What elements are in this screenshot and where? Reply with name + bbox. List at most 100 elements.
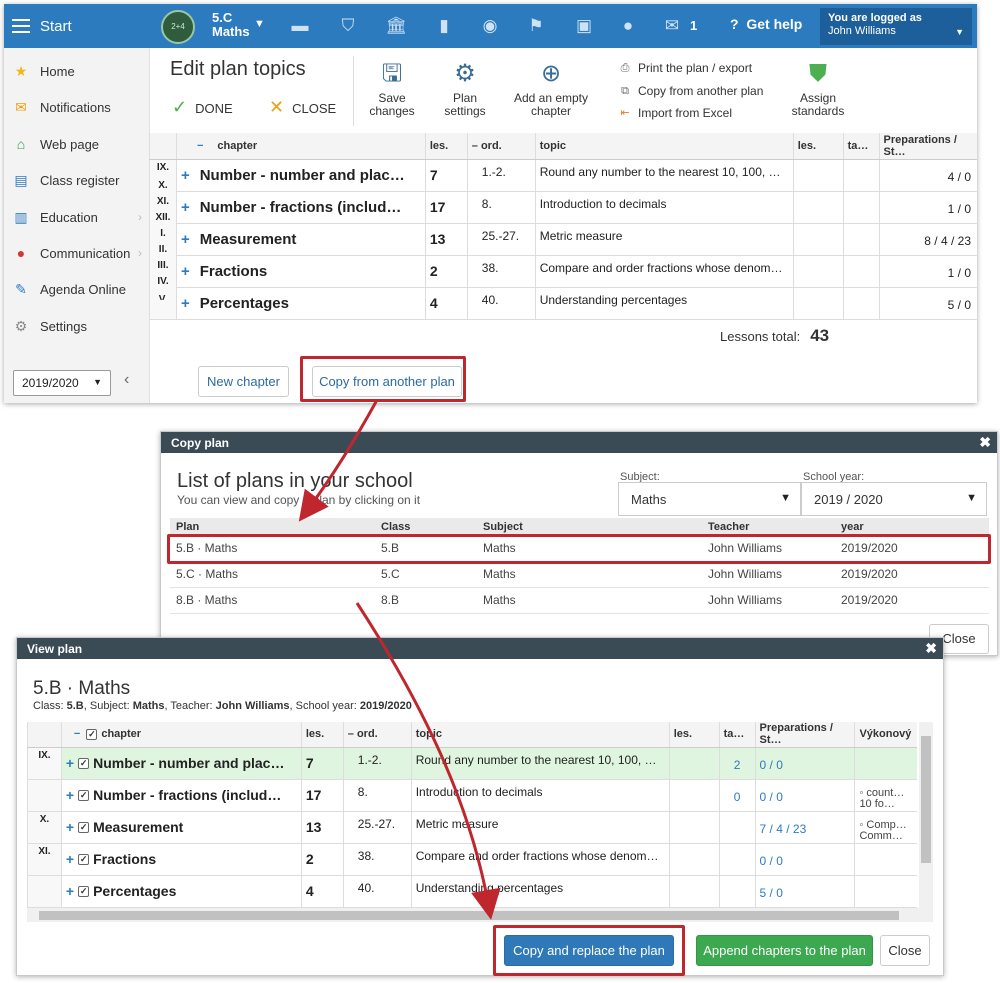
topic-cell[interactable]: Introduction to decimals [534,191,794,224]
done-button[interactable]: ✓ DONE [172,97,233,118]
chapter-cell[interactable]: + Number - number and plac… [175,159,426,192]
expand-icon[interactable]: + [181,263,190,280]
topic-cell[interactable]: Metric measure [534,223,794,256]
expand-icon[interactable]: + [66,851,74,867]
sidebar-item-notifications[interactable]: ✉ Notifications [4,89,150,125]
table-row[interactable]: XI. + ✓ Fractions 2 38. Compare and order … [27,843,917,876]
table-row[interactable]: + Measurement 13 25.-27. Metric measure 8… [150,223,977,256]
expand-icon[interactable]: + [66,883,74,899]
preparations-cell[interactable]: 0 / 0 [754,779,855,812]
table-row[interactable]: X. + ✓ Measurement 13 25.-27. Metric measu… [27,811,917,844]
sidebar-item-agenda-online[interactable]: ✎ Agenda Online [4,271,150,307]
table-row[interactable]: IX. + ✓ Number - number and plac… 7 1.-2. … [27,747,917,780]
close-button[interactable]: Close [880,935,930,966]
preparations-cell[interactable]: 8 / 4 / 23 [878,223,977,256]
chapter-cell[interactable]: + Number - fractions (includ… [175,191,426,224]
school-year-select[interactable]: 2019 / 2020 ▼ [801,482,987,516]
walking-icon[interactable]: ⚑ [524,14,548,38]
chapter-cell[interactable]: + ✓ Fractions [60,843,302,876]
new-chapter-button[interactable]: New chapter [198,366,289,397]
lessons-cell[interactable]: 13 [424,223,468,256]
briefcase-icon[interactable]: ▬ [288,14,312,38]
expand-icon[interactable]: + [66,787,74,803]
close-icon[interactable]: ✖ [979,434,991,451]
vertical-scroll-thumb[interactable] [921,736,931,863]
print-export-link[interactable]: ⎙ Print the plan / export [618,61,752,75]
plan-settings-button[interactable]: ⚙ Plan settings [440,60,490,118]
chapter-cell[interactable]: + Measurement [175,223,426,256]
collapse-sidebar-button[interactable]: ‹ [124,371,129,389]
topic-cell[interactable]: Round any number to the nearest 10, 100,… [534,159,794,192]
chapter-cell[interactable]: + ✓ Number - number and plac… [60,747,302,780]
sidebar-item-class-register[interactable]: ▤ Class register [4,162,150,198]
save-changes-button[interactable]: 🖫 Save changes [366,60,418,118]
expand-icon[interactable]: + [66,755,74,771]
table-row[interactable]: + ✓ Number - fractions (includ… 17 8. Intr… [27,779,917,812]
lessons-cell[interactable]: 7 [424,159,468,192]
lessons-cell[interactable]: 4 [424,287,468,320]
chapter-checkbox[interactable]: ✓ [78,886,90,898]
user-menu[interactable]: You are logged as John Williams ▼ [820,8,972,45]
class-avatar[interactable]: 2+4 [161,10,195,44]
header-chapter[interactable]: − ✓ chapter [60,722,302,748]
subject-select[interactable]: Maths ▼ [618,482,801,516]
sidebar-item-education[interactable]: ▥ Education › [4,199,150,235]
expand-icon[interactable]: + [181,231,190,248]
close-icon[interactable]: ✖ [925,640,937,657]
chapter-checkbox[interactable]: ✓ [78,854,90,866]
sidebar-item-home[interactable]: ★ Home [4,53,150,89]
collapse-all-icon[interactable]: − [74,728,80,740]
assign-standards-button[interactable]: ⛊ Assign standards [788,60,848,118]
preparations-cell[interactable]: 1 / 0 [878,191,977,224]
preparations-cell[interactable]: 1 / 0 [878,255,977,288]
horizontal-scroll-thumb[interactable] [39,911,899,920]
chapter-cell[interactable]: + Fractions [175,255,426,288]
start-menu-button[interactable]: Start [12,4,72,48]
table-row[interactable]: + ✓ Percentages 4 40. Understanding percen… [27,875,917,908]
lessons-cell[interactable]: 2 [424,255,468,288]
copy-from-plan-link[interactable]: ⧉ Copy from another plan [618,84,763,98]
header-chapter[interactable]: − chapter [175,133,426,160]
chapter-checkbox[interactable]: ✓ [78,822,90,834]
ta-cell[interactable]: 2 [718,747,756,780]
close-button[interactable]: ✕ CLOSE [269,97,336,118]
chapter-cell[interactable]: + Percentages [175,287,426,320]
expand-icon[interactable]: + [181,199,190,216]
chapter-cell[interactable]: + ✓ Number - fractions (includ… [60,779,302,812]
topic-cell[interactable]: Understanding percentages [534,287,794,320]
preparations-cell[interactable]: 0 / 0 [754,747,855,780]
collapse-all-icon[interactable]: − [197,140,203,152]
import-excel-link[interactable]: ⇤ Import from Excel [618,106,732,120]
ta-cell[interactable] [718,811,756,844]
add-empty-chapter-button[interactable]: ⊕ Add an empty chapter [509,60,593,118]
chapter-cell[interactable]: + ✓ Measurement [60,811,302,844]
preparations-cell[interactable]: 7 / 4 / 23 [754,811,855,844]
rocket-icon[interactable]: ◉ [478,14,502,38]
select-all-checkbox[interactable]: ✓ [86,728,98,740]
table-row[interactable]: + Number - fractions (includ… 17 8. Intro… [150,191,977,224]
table-row[interactable]: + Fractions 2 38. Compare and order fract… [150,255,977,288]
ta-cell[interactable]: 0 [718,779,756,812]
ta-cell[interactable] [718,843,756,876]
lessons-cell[interactable]: 17 [424,191,468,224]
shield-icon[interactable]: ⛉ [336,14,360,38]
sidebar-item-settings[interactable]: ⚙ Settings [4,308,150,344]
bar-chart-icon[interactable]: ▮ [432,14,456,38]
table-row[interactable]: 8.B · Maths 8.B Maths John Williams 2019/202… [170,587,989,614]
get-help-button[interactable]: ? Get help [730,16,802,32]
caret-down-icon[interactable]: ▼ [254,18,265,30]
expand-icon[interactable]: + [66,819,74,835]
table-row[interactable]: 5.C · Maths 5.C Maths John Williams 2019/202… [170,561,989,588]
preparations-cell[interactable]: 5 / 0 [878,287,977,320]
sidebar-item-communication[interactable]: ● Communication › [4,235,150,271]
institution-icon[interactable]: 🏛 [384,14,408,38]
chapter-checkbox[interactable]: ✓ [78,790,90,802]
presentation-icon[interactable]: ▣ [572,14,596,38]
expand-icon[interactable]: + [181,295,190,312]
expand-icon[interactable]: + [181,167,190,184]
chat-bubble-icon[interactable]: ● [616,14,640,38]
envelope-icon[interactable]: ✉ [660,14,684,38]
preparations-cell[interactable]: 4 / 0 [878,159,977,192]
class-selector[interactable]: 5.C Maths [212,11,250,39]
preparations-cell[interactable]: 5 / 0 [754,875,855,908]
